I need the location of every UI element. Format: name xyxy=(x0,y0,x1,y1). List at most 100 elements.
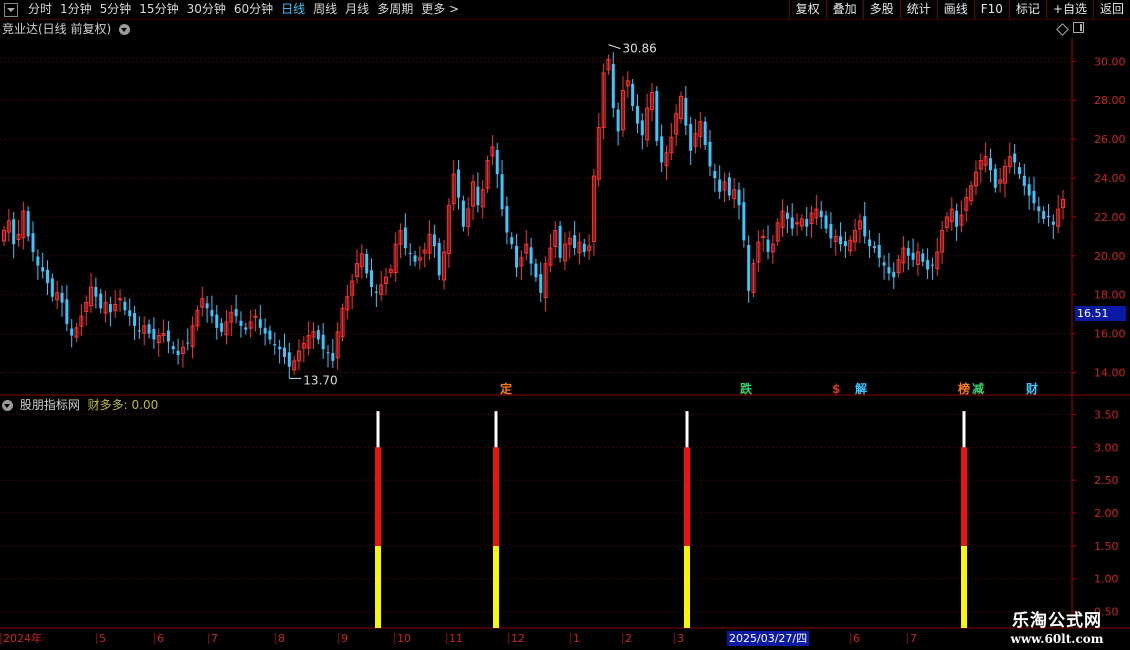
candle-body xyxy=(1046,215,1050,217)
low-price-label: 13.70 xyxy=(303,373,337,387)
candle-body xyxy=(46,269,50,284)
candle-body xyxy=(829,223,833,239)
signal-bar-yellow xyxy=(493,545,499,628)
event-marker: 财 xyxy=(1025,381,1038,396)
date-separator xyxy=(674,633,675,644)
candle-body xyxy=(529,247,533,264)
signal-bar-yellow xyxy=(961,545,967,628)
candle-body xyxy=(1037,206,1041,212)
sub-tick-label: 2.50 xyxy=(1094,474,1119,487)
date-label: 11 xyxy=(449,632,463,645)
candle-body xyxy=(133,313,137,326)
candle-body xyxy=(26,211,30,237)
candle-body xyxy=(824,215,828,229)
candle-body xyxy=(892,271,896,278)
candle-body xyxy=(582,243,586,252)
candle-body xyxy=(258,319,262,328)
indicator-value: 财多多: 0.00 xyxy=(87,398,159,412)
candle-body xyxy=(60,292,64,303)
candle-body xyxy=(737,189,741,206)
candle-body xyxy=(660,136,664,163)
candle-body xyxy=(766,239,770,252)
signal-bar-yellow xyxy=(375,545,381,628)
candle-body xyxy=(843,241,847,247)
candle-body xyxy=(374,291,378,293)
candle-body xyxy=(50,278,54,297)
candle-body xyxy=(70,328,74,336)
candle-body xyxy=(282,347,286,357)
candle-body xyxy=(1022,175,1026,186)
indicator-dropdown-icon[interactable] xyxy=(2,400,13,411)
date-axis: 2024年 5 6 7 8 9 10 11 12 1 2 3 6 7 2025/03/27/四 xyxy=(0,631,975,646)
indicator-title-row: 股朋指标网 财多多: 0.00 xyxy=(2,397,158,413)
signal-bar-red xyxy=(493,447,499,546)
date-label: 2 xyxy=(625,632,632,645)
candle-body xyxy=(500,174,504,210)
candle-body xyxy=(461,200,465,227)
candle-body xyxy=(515,245,519,268)
signal-bar-yellow xyxy=(684,545,690,628)
candle-body xyxy=(819,210,823,217)
sub-tick-label: 2.00 xyxy=(1094,507,1119,520)
candle-body xyxy=(316,330,320,340)
candle-body xyxy=(432,234,436,247)
signal-bar-red xyxy=(375,447,381,546)
kline-chart[interactable]: 30.0028.0026.0024.0022.0020.0018.0016.00… xyxy=(0,0,1130,650)
candle-body xyxy=(708,141,712,167)
candle-body xyxy=(239,320,243,326)
event-marker: $ xyxy=(832,382,840,396)
candle-body xyxy=(906,248,910,256)
candle-body xyxy=(930,264,934,266)
candle-body xyxy=(887,267,891,274)
candle-body xyxy=(993,168,997,188)
candle-body xyxy=(911,252,915,260)
candle-body xyxy=(505,206,509,233)
candle-body xyxy=(137,330,141,332)
date-separator xyxy=(570,633,571,644)
candle-body xyxy=(790,217,794,229)
candle-body xyxy=(718,179,722,192)
date-label: 7 xyxy=(910,632,917,645)
candle-body xyxy=(727,177,731,196)
date-separator xyxy=(154,633,155,644)
candle-body xyxy=(785,212,789,219)
candle-body xyxy=(1027,184,1031,196)
date-separator xyxy=(96,633,97,644)
candle-body xyxy=(616,109,620,132)
watermark: 乐淘公式网 www.60lt.com xyxy=(992,606,1122,646)
candle-body xyxy=(863,216,867,237)
candle-body xyxy=(171,346,175,350)
candle-body xyxy=(273,344,277,346)
current-price-tag: 16.51 xyxy=(1075,306,1126,321)
candle-body xyxy=(94,286,98,297)
candle-body xyxy=(703,121,707,145)
candle-body xyxy=(839,236,843,245)
signal-bar-white xyxy=(494,411,498,448)
date-label: 6 xyxy=(853,632,860,645)
event-marker: 定 xyxy=(500,381,512,396)
date-separator xyxy=(0,633,1,644)
candle-body xyxy=(926,260,930,270)
candle-body xyxy=(234,309,238,317)
candle-body xyxy=(713,171,717,179)
date-separator xyxy=(394,633,395,644)
candle-body xyxy=(370,270,374,287)
price-tick-label: 30.00 xyxy=(1094,55,1126,68)
candle-body xyxy=(747,244,751,291)
date-separator xyxy=(508,633,509,644)
candle-body xyxy=(403,227,407,249)
candle-body xyxy=(1013,153,1017,163)
candle-body xyxy=(495,150,499,175)
date-label: 2024年 xyxy=(3,632,42,645)
candle-body xyxy=(31,233,35,252)
candle-body xyxy=(365,253,369,274)
candle-body xyxy=(689,123,693,151)
signal-bar-white xyxy=(376,411,380,448)
signal-bar-red xyxy=(961,447,967,546)
candle-body xyxy=(128,310,132,317)
candle-body xyxy=(36,256,40,266)
date-label: 3 xyxy=(677,632,684,645)
sub-tick-label: 1.00 xyxy=(1094,573,1119,586)
candle-body xyxy=(268,330,272,340)
price-tick-label: 28.00 xyxy=(1094,94,1126,107)
